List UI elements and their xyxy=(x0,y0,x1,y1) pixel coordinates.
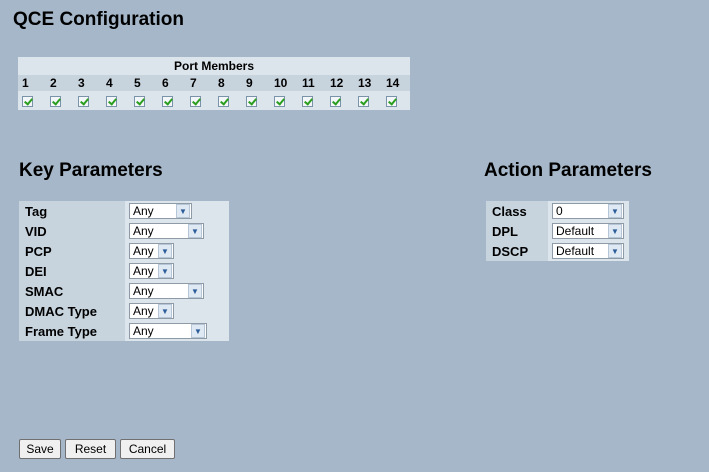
port-members-table: Port Members 1 2 3 4 5 6 7 8 9 10 11 12 … xyxy=(18,57,410,110)
dmac-type-label: DMAC Type xyxy=(19,301,125,321)
pcp-select[interactable]: Any ▼ xyxy=(129,243,174,259)
class-label: Class xyxy=(486,201,548,221)
port-3-checkbox[interactable] xyxy=(78,95,89,107)
port-label: 9 xyxy=(242,75,270,91)
port-1-checkbox[interactable] xyxy=(22,95,33,107)
dei-label: DEI xyxy=(19,261,125,281)
port-7-checkbox[interactable] xyxy=(190,95,201,107)
port-label: 5 xyxy=(130,75,158,91)
action-parameters-table: Class 0 ▼ DPL Default ▼ DSCP Default ▼ xyxy=(486,201,629,261)
chevron-down-icon: ▼ xyxy=(188,284,202,298)
port-label: 12 xyxy=(326,75,354,91)
dscp-select[interactable]: Default ▼ xyxy=(552,243,624,259)
dei-select[interactable]: Any ▼ xyxy=(129,263,174,279)
tag-label: Tag xyxy=(19,201,125,221)
port-label: 8 xyxy=(214,75,242,91)
save-button[interactable]: Save xyxy=(19,439,61,459)
dscp-label: DSCP xyxy=(486,241,548,261)
port-label: 13 xyxy=(354,75,382,91)
page-title: QCE Configuration xyxy=(13,9,184,30)
vid-select[interactable]: Any ▼ xyxy=(129,223,204,239)
chevron-down-icon: ▼ xyxy=(191,324,205,338)
port-label: 11 xyxy=(298,75,326,91)
port-checkbox-row xyxy=(18,91,410,110)
cancel-button[interactable]: Cancel xyxy=(120,439,175,459)
action-parameters-title: Action Parameters xyxy=(484,160,652,181)
chevron-down-icon: ▼ xyxy=(608,244,622,258)
dpl-label: DPL xyxy=(486,221,548,241)
smac-select[interactable]: Any ▼ xyxy=(129,283,204,299)
port-label: 3 xyxy=(74,75,102,91)
port-5-checkbox[interactable] xyxy=(134,95,145,107)
chevron-down-icon: ▼ xyxy=(608,224,622,238)
port-4-checkbox[interactable] xyxy=(106,95,117,107)
chevron-down-icon: ▼ xyxy=(158,244,172,258)
smac-label: SMAC xyxy=(19,281,125,301)
reset-button[interactable]: Reset xyxy=(65,439,116,459)
port-11-checkbox[interactable] xyxy=(302,95,313,107)
tag-select[interactable]: Any ▼ xyxy=(129,203,192,219)
chevron-down-icon: ▼ xyxy=(608,204,622,218)
port-12-checkbox[interactable] xyxy=(330,95,341,107)
port-10-checkbox[interactable] xyxy=(274,95,285,107)
port-9-checkbox[interactable] xyxy=(246,95,257,107)
chevron-down-icon: ▼ xyxy=(158,304,172,318)
chevron-down-icon: ▼ xyxy=(176,204,190,218)
port-members-header: Port Members xyxy=(18,57,410,75)
pcp-label: PCP xyxy=(19,241,125,261)
key-parameters-title: Key Parameters xyxy=(19,160,163,181)
port-14-checkbox[interactable] xyxy=(386,95,397,107)
frame-type-select[interactable]: Any ▼ xyxy=(129,323,207,339)
port-label: 14 xyxy=(382,75,410,91)
key-parameters-table: Tag Any ▼ VID Any ▼ PCP Any ▼ DEI Any ▼ SMAC… xyxy=(19,201,229,341)
vid-label: VID xyxy=(19,221,125,241)
port-label: 1 xyxy=(18,75,46,91)
port-8-checkbox[interactable] xyxy=(218,95,229,107)
port-label: 6 xyxy=(158,75,186,91)
dpl-select[interactable]: Default ▼ xyxy=(552,223,624,239)
port-label: 7 xyxy=(186,75,214,91)
port-number-row: 1 2 3 4 5 6 7 8 9 10 11 12 13 14 xyxy=(18,75,410,91)
class-select[interactable]: 0 ▼ xyxy=(552,203,624,219)
port-6-checkbox[interactable] xyxy=(162,95,173,107)
port-2-checkbox[interactable] xyxy=(50,95,61,107)
port-13-checkbox[interactable] xyxy=(358,95,369,107)
port-label: 2 xyxy=(46,75,74,91)
dmac-type-select[interactable]: Any ▼ xyxy=(129,303,174,319)
chevron-down-icon: ▼ xyxy=(158,264,172,278)
port-label: 10 xyxy=(270,75,298,91)
chevron-down-icon: ▼ xyxy=(188,224,202,238)
frame-type-label: Frame Type xyxy=(19,321,125,341)
port-label: 4 xyxy=(102,75,130,91)
